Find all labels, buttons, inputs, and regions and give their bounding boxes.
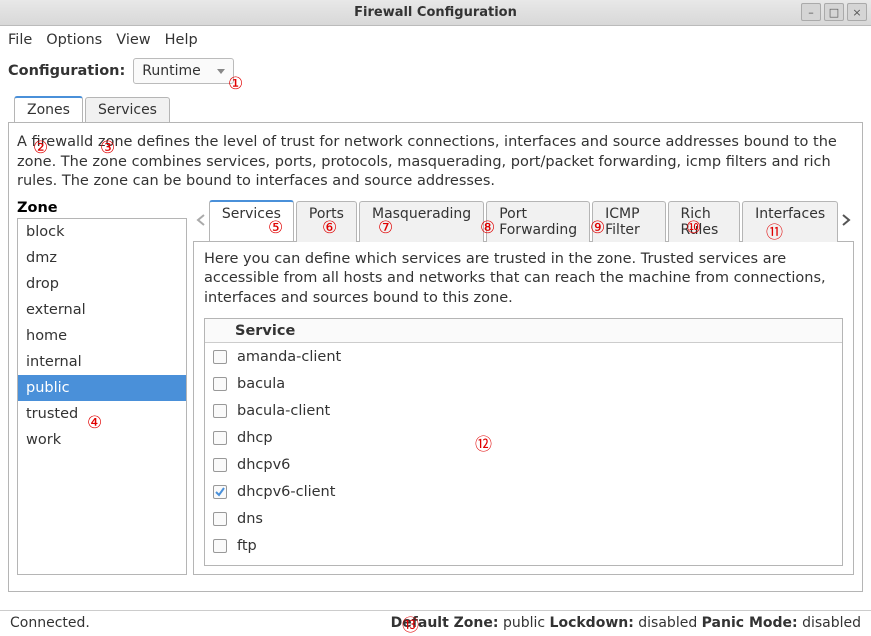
service-label: bacula-client [237,403,330,419]
window-title: Firewall Configuration [354,5,517,20]
zone-item-public[interactable]: public [18,375,186,401]
zone-list-pane: Zone blockdmzdropexternalhomeinternalpub… [17,200,187,575]
service-label: dhcpv6-client [237,484,335,500]
inner-tab-icmp-filter[interactable]: ICMP Filter [592,201,665,242]
service-row-dhcpv6[interactable]: dhcpv6 [205,451,842,478]
tab-scroll-right[interactable] [838,211,854,229]
service-label: dhcpv6 [237,457,290,473]
zone-item-trusted[interactable]: trusted [18,401,186,427]
tab-zones[interactable]: Zones [14,96,83,122]
window-maximize-button[interactable]: □ [824,3,844,21]
service-label: ftp [237,538,257,554]
service-row-bacula[interactable]: bacula [205,370,842,397]
menu-options[interactable]: Options [46,32,102,48]
inner-tab-strip-row: ServicesPortsMasqueradingPort Forwarding… [193,200,854,241]
service-checkbox-dns[interactable] [213,512,227,526]
configuration-row: Configuration: Runtime [0,54,871,88]
window-minimize-button[interactable]: – [801,3,821,21]
service-checkbox-ftp[interactable] [213,539,227,553]
zone-item-block[interactable]: block [18,219,186,245]
services-col-header: Service [205,323,295,339]
zone-item-external[interactable]: external [18,297,186,323]
services-description: Here you can define which services are t… [204,250,843,309]
service-label: amanda-client [237,349,341,365]
service-label: bacula [237,376,285,392]
inner-tab-rich-rules[interactable]: Rich Rules [668,201,741,242]
service-row-amanda-client[interactable]: amanda-client [205,343,842,370]
configuration-combo-value: Runtime [142,63,200,79]
main-notebook: Zones Services A firewalld zone defines … [8,96,863,592]
zone-item-internal[interactable]: internal [18,349,186,375]
inner-tab-strip: ServicesPortsMasqueradingPort Forwarding… [209,200,838,241]
status-connection: Connected. [10,615,90,631]
service-checkbox-bacula-client[interactable] [213,404,227,418]
zone-item-drop[interactable]: drop [18,271,186,297]
service-checkbox-dhcpv6-client[interactable] [213,485,227,499]
window-close-button[interactable]: × [847,3,867,21]
inner-tab-ports[interactable]: Ports [296,201,357,242]
services-table-body[interactable]: amanda-client bacula bacula-client dhcp dhcp… [205,343,842,561]
zone-item-dmz[interactable]: dmz [18,245,186,271]
zone-item-work[interactable]: work [18,427,186,453]
zone-item-home[interactable]: home [18,323,186,349]
status-lockdown-value: disabled [638,615,697,631]
zone-detail-pane: ServicesPortsMasqueradingPort Forwarding… [193,200,854,575]
service-checkbox-dhcpv6[interactable] [213,458,227,472]
status-panic-value: disabled [802,615,861,631]
service-checkbox-dhcp[interactable] [213,431,227,445]
service-label: dhcp [237,430,273,446]
tab-services[interactable]: Services [85,97,170,123]
service-checkbox-amanda-client[interactable] [213,350,227,364]
status-default-zone-label: Default Zone: [391,615,499,631]
service-row-dhcp[interactable]: dhcp [205,424,842,451]
service-row-dhcpv6-client[interactable]: dhcpv6-client [205,478,842,505]
menu-file[interactable]: File [8,32,32,48]
zone-list[interactable]: blockdmzdropexternalhomeinternalpublictr… [17,218,187,575]
service-row-ftp[interactable]: ftp [205,532,842,559]
services-panel: Here you can define which services are t… [193,241,854,575]
menubar: File Options View Help [0,26,871,54]
titlebar: Firewall Configuration – □ × [0,0,871,26]
status-default-zone-value: public [503,615,545,631]
service-label: dns [237,511,263,527]
service-checkbox-bacula[interactable] [213,377,227,391]
inner-tab-services[interactable]: Services [209,200,294,241]
statusbar: Connected. Default Zone: public Lockdown… [0,610,871,634]
tab-zones-panel: A firewalld zone defines the level of tr… [8,122,863,592]
status-summary: Default Zone: public Lockdown: disabled … [391,615,861,631]
configuration-combo[interactable]: Runtime [133,58,233,84]
services-table-header: Service [205,319,842,343]
status-panic-label: Panic Mode: [702,615,798,631]
service-row-dns[interactable]: dns [205,505,842,532]
chevron-down-icon [217,69,225,74]
inner-tab-port-forwarding[interactable]: Port Forwarding [486,201,590,242]
inner-tab-masquerading[interactable]: Masquerading [359,201,484,242]
status-lockdown-label: Lockdown: [550,615,634,631]
zone-description: A firewalld zone defines the level of tr… [17,133,854,192]
zone-column-header: Zone [17,200,187,216]
main-tab-strip: Zones Services [14,96,863,122]
services-table: Service amanda-client bacula bacula-client… [204,318,843,565]
inner-tab-interfaces[interactable]: Interfaces [742,201,838,242]
service-row-high-availability[interactable]: high-availability [205,559,842,561]
service-row-bacula-client[interactable]: bacula-client [205,397,842,424]
menu-help[interactable]: Help [165,32,198,48]
configuration-label: Configuration: [8,63,125,79]
menu-view[interactable]: View [116,32,150,48]
tab-scroll-left[interactable] [193,211,209,229]
